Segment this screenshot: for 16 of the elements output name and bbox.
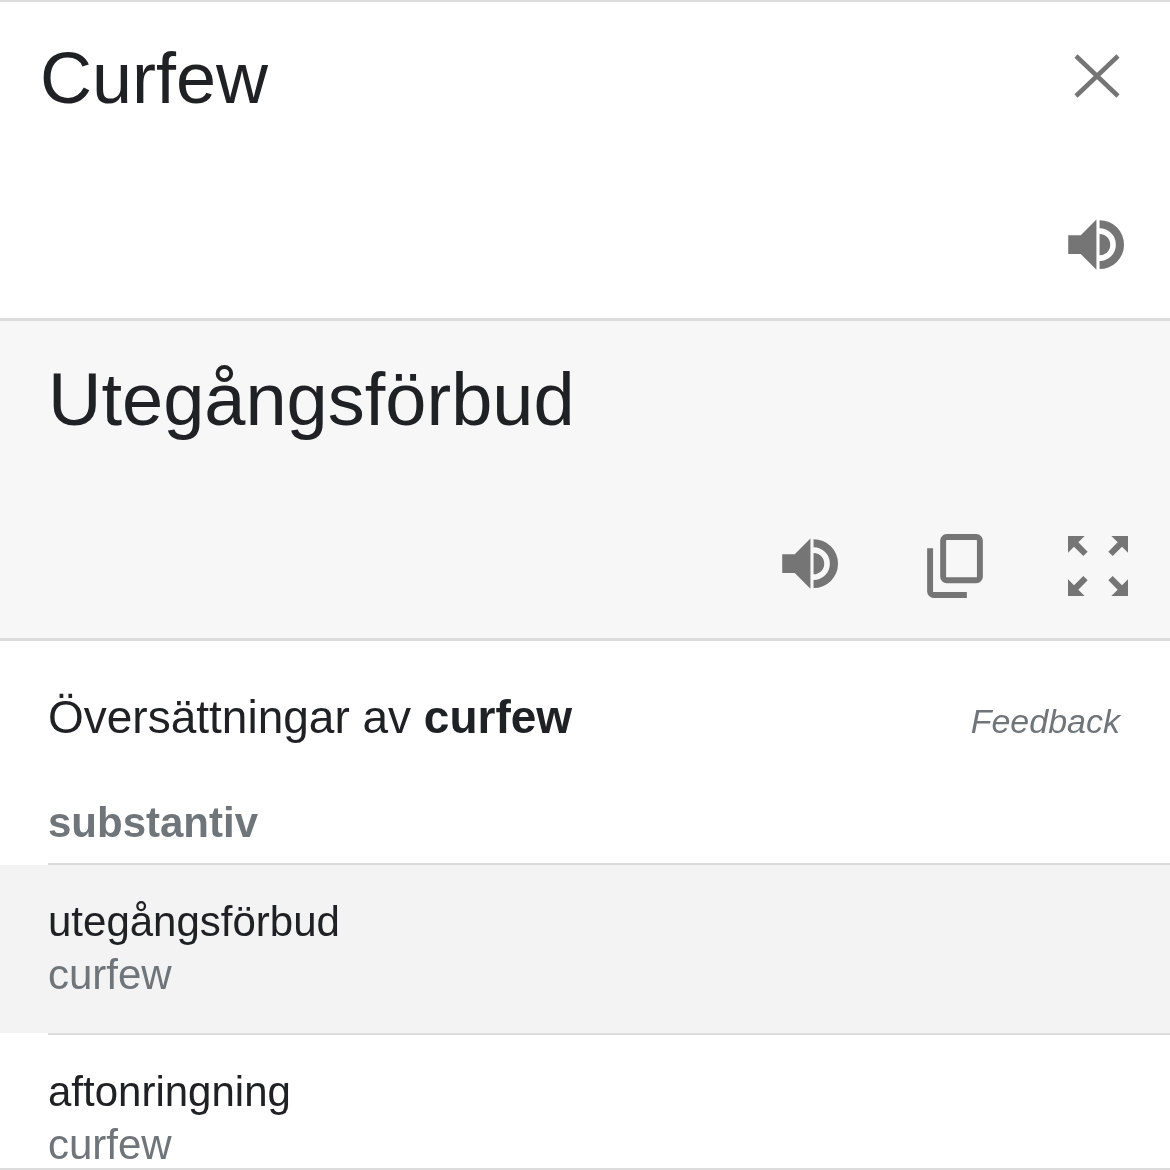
translation-word: aftonringning	[48, 1070, 291, 1115]
translations-heading: Översättningar av curfew	[48, 691, 573, 744]
translation-word: utegångsförbud	[48, 900, 340, 945]
source-text: Curfew	[40, 37, 269, 120]
back-translation: curfew	[48, 1123, 172, 1168]
part-of-speech: substantiv	[48, 798, 259, 846]
fullscreen-button[interactable]	[1068, 536, 1128, 596]
close-button[interactable]	[1074, 54, 1120, 98]
feedback-link[interactable]: Feedback	[970, 702, 1120, 742]
translated-text: Utegångsförbud	[48, 358, 575, 441]
expand-icon	[1068, 536, 1128, 596]
close-icon	[1074, 54, 1120, 98]
copy-icon	[927, 534, 983, 598]
back-translation: curfew	[48, 953, 172, 998]
translation-row[interactable]: utegångsförbud curfew	[0, 865, 1170, 1034]
copy-button[interactable]	[927, 534, 983, 598]
